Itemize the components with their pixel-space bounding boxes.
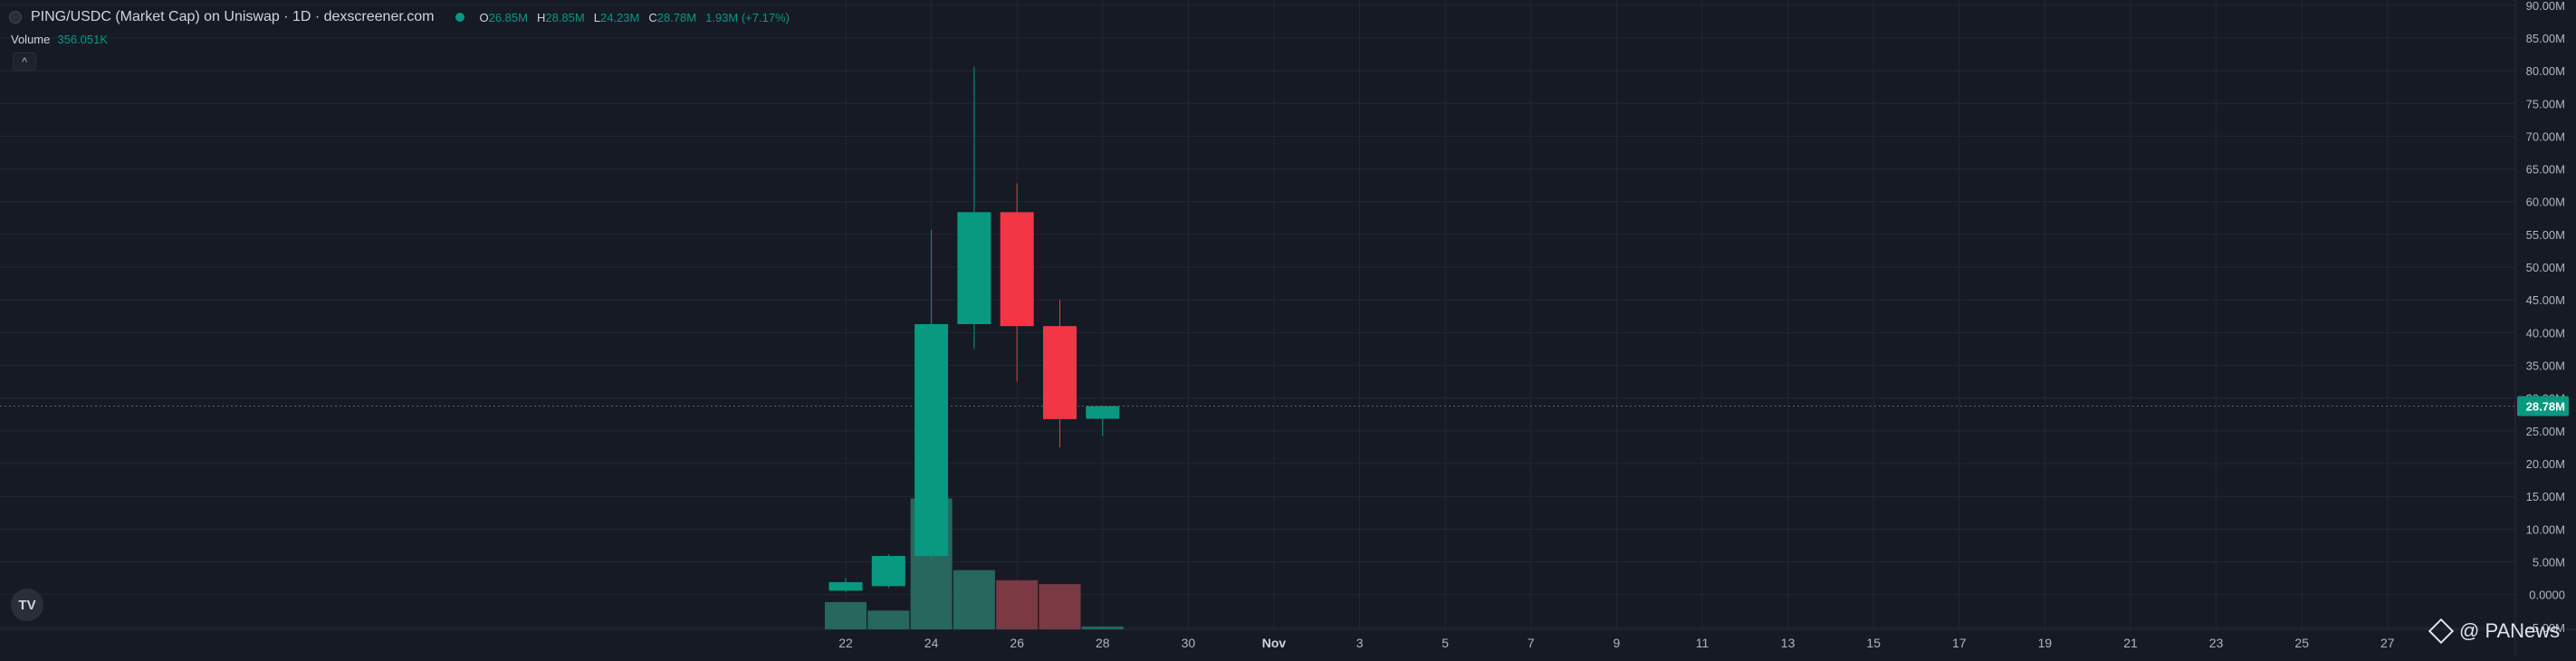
x-axis-tick-label: 24 bbox=[924, 636, 939, 650]
candle-body bbox=[915, 323, 949, 557]
y-axis-tick-label: 15.00M bbox=[2526, 490, 2565, 503]
y-axis-tick-label: 35.00M bbox=[2526, 359, 2565, 373]
x-axis-tick-label: 21 bbox=[2123, 636, 2138, 650]
x-axis-tick-label: 9 bbox=[1614, 636, 1621, 650]
candle-body bbox=[828, 581, 863, 591]
chart-container[interactable]: 90.00M 85.00M 80.00M 75.00M 70.00M 65.00M 60.0… bbox=[0, 0, 2576, 656]
watermark-text: @ PANews bbox=[2459, 619, 2561, 642]
panews-logo-icon bbox=[2428, 618, 2455, 645]
y-axis-tick-label: 5.00M bbox=[2533, 556, 2565, 570]
volume-bar bbox=[953, 570, 995, 629]
y-axis-tick-label: 90.00M bbox=[2526, 0, 2565, 13]
ohlc-close: C28.78M bbox=[648, 10, 697, 24]
y-axis-tick-label: 80.00M bbox=[2526, 64, 2565, 78]
candle-body bbox=[871, 556, 905, 587]
y-axis-tick-label: 10.00M bbox=[2526, 522, 2565, 536]
y-axis-tick-label: 20.00M bbox=[2526, 457, 2565, 471]
x-axis-tick-label: 15 bbox=[1866, 636, 1881, 650]
x-axis-tick-label: 25 bbox=[2294, 636, 2309, 650]
y-axis-tick-label: 55.00M bbox=[2526, 228, 2565, 242]
y-axis-tick-label: 60.00M bbox=[2526, 196, 2565, 209]
chart-title: PING/USDC (Market Cap) on Uniswap · 1D ·… bbox=[31, 9, 435, 24]
x-axis-tick-label: 7 bbox=[1527, 636, 1535, 650]
volume-label: Volume bbox=[11, 33, 51, 46]
volume-value: 356.051K bbox=[57, 33, 109, 46]
ohlc-high: H28.85M bbox=[536, 10, 585, 24]
candle-body bbox=[1043, 326, 1077, 419]
volume-legend: Volume 356.051K bbox=[11, 33, 108, 46]
market-status-icon bbox=[455, 13, 465, 22]
x-axis-tick-label: 23 bbox=[2209, 636, 2224, 650]
collapse-legend-button[interactable]: ^ bbox=[13, 53, 36, 71]
last-price-label: 28.78M bbox=[2526, 400, 2565, 414]
y-axis-tick-label: 65.00M bbox=[2526, 163, 2565, 177]
y-axis-tick-label: 0.0000 bbox=[2529, 589, 2565, 602]
candle-body bbox=[1000, 212, 1034, 327]
x-axis-tick-label: 27 bbox=[2380, 636, 2395, 650]
y-axis-tick-label: 45.00M bbox=[2526, 293, 2565, 307]
volume-bar bbox=[867, 610, 910, 629]
x-axis-tick-label: 13 bbox=[1781, 636, 1796, 650]
x-axis-tick-label: Nov bbox=[1262, 636, 1287, 650]
volume-bar bbox=[825, 601, 867, 629]
volume-bar bbox=[1081, 626, 1124, 629]
x-axis-tick-label: 5 bbox=[1441, 636, 1449, 650]
candle-body bbox=[1086, 406, 1120, 419]
panews-watermark: @ PANews bbox=[2428, 618, 2561, 645]
tradingview-logo-icon[interactable]: TV bbox=[11, 589, 43, 621]
x-axis-tick-label: 19 bbox=[2038, 636, 2053, 650]
y-axis-tick-label: 70.00M bbox=[2526, 129, 2565, 143]
candle-body bbox=[957, 212, 991, 324]
ohlc-low: L24.23M bbox=[593, 10, 640, 24]
y-axis-tick-label: 85.00M bbox=[2526, 32, 2565, 45]
chart-background bbox=[0, 0, 2576, 656]
logo-text: TV bbox=[18, 597, 36, 613]
x-axis-tick-label: 11 bbox=[1696, 636, 1709, 650]
x-axis-tick-label: 28 bbox=[1096, 636, 1110, 650]
symbol-icon bbox=[9, 11, 22, 24]
x-axis-tick-label: 3 bbox=[1356, 636, 1364, 650]
volume-bar bbox=[996, 580, 1039, 629]
ohlc-open: O26.85M bbox=[479, 10, 528, 24]
ohlc-values: O26.85M H28.85M L24.23M C28.78M 1.93M (+… bbox=[479, 11, 790, 24]
x-axis-tick-label: 26 bbox=[1010, 636, 1024, 650]
y-axis-tick-label: 50.00M bbox=[2526, 261, 2565, 274]
x-axis-tick-label: 17 bbox=[1952, 636, 1967, 650]
y-axis-tick-label: 25.00M bbox=[2526, 425, 2565, 438]
y-axis-tick-label: 40.00M bbox=[2526, 326, 2565, 340]
candlestick-chart[interactable]: 90.00M85.00M80.00M75.00M70.00M65.00M60.0… bbox=[0, 0, 2576, 656]
x-axis-tick-label: 22 bbox=[838, 636, 853, 650]
ohlc-change: 1.93M (+7.17%) bbox=[705, 10, 790, 24]
chevron-up-icon: ^ bbox=[21, 54, 28, 69]
volume-bar bbox=[1039, 584, 1081, 629]
chart-legend: PING/USDC (Market Cap) on Uniswap · 1D ·… bbox=[9, 9, 790, 25]
y-axis-tick-label: 75.00M bbox=[2526, 97, 2565, 110]
x-axis-tick-label: 30 bbox=[1182, 636, 1196, 650]
